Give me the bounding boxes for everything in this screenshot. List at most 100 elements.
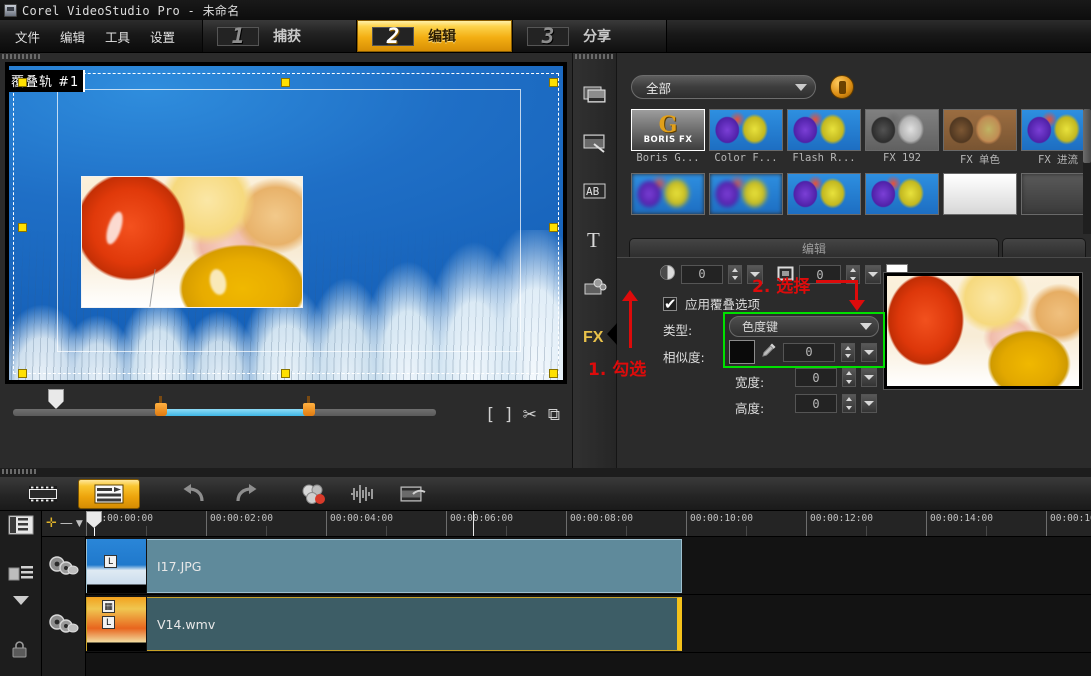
- timeline-ruler[interactable]: 00:00:00:00 00:00:02:00 00:00:04:00 00:0…: [86, 511, 1091, 537]
- step-tab-capture[interactable]: 1 捕获: [202, 20, 358, 52]
- transparency-stepper[interactable]: [728, 264, 742, 284]
- trim-mark-out[interactable]: [303, 396, 315, 416]
- trim-selection[interactable]: [161, 409, 309, 416]
- timeline-track-overlay[interactable]: ▦ L V14.wmv: [49, 595, 1091, 653]
- similarity-row: 0: [729, 340, 877, 364]
- tab-edit[interactable]: 编辑: [629, 238, 999, 258]
- overlay-track-icon[interactable]: [42, 595, 86, 653]
- media-library-icon: [582, 84, 608, 106]
- timeline-playhead[interactable]: [86, 511, 102, 536]
- track-manager-button[interactable]: [4, 513, 38, 537]
- trim-bar[interactable]: [13, 396, 436, 416]
- resize-handle-bl[interactable]: [18, 369, 27, 378]
- effect-caption: FX 192: [883, 152, 921, 164]
- storyboard-view-button[interactable]: [12, 479, 74, 509]
- chevron-down-icon[interactable]: ▼: [76, 519, 83, 529]
- effect-item[interactable]: [943, 173, 1017, 231]
- chroma-key-type-dropdown[interactable]: 色度键: [729, 316, 879, 337]
- ruler-label: 00:00:06:00: [450, 513, 513, 524]
- menu-item-settings[interactable]: 设置: [141, 23, 184, 50]
- table-row[interactable]: ▦ L V14.wmv: [86, 597, 682, 651]
- record-capture-button[interactable]: [290, 479, 336, 509]
- sidebar-grip[interactable]: [575, 54, 613, 59]
- similarity-dropdown[interactable]: [861, 342, 877, 362]
- transparency-value[interactable]: 0: [681, 264, 723, 284]
- effect-item[interactable]: FX 192: [865, 109, 939, 167]
- width-stepper[interactable]: [842, 368, 856, 387]
- overlay-clip-preview[interactable]: [81, 176, 303, 308]
- similarity-label: 相似度:: [663, 350, 705, 365]
- insert-media-button[interactable]: [4, 561, 38, 585]
- track-lock-button[interactable]: [8, 639, 34, 661]
- table-row[interactable]: L I17.JPG: [86, 539, 682, 593]
- resize-handle-tr[interactable]: [549, 78, 558, 87]
- border-dropdown[interactable]: [865, 265, 881, 284]
- resize-handle-tl[interactable]: [18, 78, 27, 87]
- audio-mixer-button[interactable]: [340, 479, 386, 509]
- panel-grip[interactable]: [2, 54, 40, 59]
- effect-item[interactable]: [1021, 173, 1083, 231]
- sidebar-item-media[interactable]: [573, 71, 616, 119]
- gallery-icon[interactable]: [830, 75, 854, 99]
- timeline-grip[interactable]: [2, 469, 36, 474]
- eyedropper-icon[interactable]: [761, 342, 777, 362]
- resize-handle-ml[interactable]: [18, 223, 27, 232]
- tab-attribute[interactable]: [1002, 238, 1086, 258]
- height-dropdown[interactable]: [861, 394, 877, 413]
- effect-item[interactable]: FX 单色: [943, 109, 1017, 167]
- apply-overlay-row[interactable]: 应用覆叠选项: [663, 294, 760, 313]
- resize-handle-mr[interactable]: [549, 223, 558, 232]
- library-scrollbar[interactable]: [1083, 109, 1091, 234]
- height-value[interactable]: 0: [795, 394, 837, 413]
- boris-fx-logo: G BORIS FX: [632, 110, 704, 150]
- timeline-view-button[interactable]: [78, 478, 140, 509]
- timeline-left-rail: [0, 511, 42, 676]
- resize-handle-tc[interactable]: [281, 78, 290, 87]
- trim-mark-in[interactable]: [155, 396, 167, 416]
- apply-overlay-checkbox[interactable]: [663, 295, 677, 313]
- preview-screen[interactable]: 覆叠轨 #1: [5, 62, 567, 384]
- effect-item[interactable]: [787, 173, 861, 231]
- mark-out-icon[interactable]: ]: [505, 405, 512, 425]
- similarity-stepper[interactable]: [841, 342, 855, 362]
- batch-convert-button[interactable]: [390, 479, 436, 509]
- resize-handle-bc[interactable]: [281, 369, 290, 378]
- effect-item[interactable]: [631, 173, 705, 231]
- sidebar-item-graphic[interactable]: [573, 263, 616, 311]
- video-track-icon[interactable]: [42, 537, 86, 595]
- track-collapse-button[interactable]: [10, 591, 32, 609]
- menu-item-file[interactable]: 文件: [6, 23, 49, 50]
- mark-in-icon[interactable]: [: [487, 405, 494, 425]
- sidebar-item-video-filter[interactable]: [573, 119, 616, 167]
- menu-item-edit[interactable]: 编辑: [51, 23, 94, 50]
- copy-clip-icon[interactable]: ⧉: [548, 405, 560, 425]
- effect-item[interactable]: G BORIS FX Boris G...: [631, 109, 705, 167]
- width-dropdown[interactable]: [861, 368, 877, 387]
- effect-item[interactable]: [865, 173, 939, 231]
- ruler-tick-minor: [506, 526, 507, 536]
- undo-button[interactable]: [172, 479, 218, 509]
- redo-button[interactable]: [222, 479, 268, 509]
- step-tab-share[interactable]: 3 分享: [512, 20, 668, 52]
- timeline-track-video[interactable]: L I17.JPG: [49, 537, 1091, 595]
- cut-clip-icon[interactable]: ✂: [523, 405, 537, 425]
- effect-item[interactable]: Flash R...: [787, 109, 861, 167]
- menu-item-tools[interactable]: 工具: [96, 23, 139, 50]
- similarity-value[interactable]: 0: [783, 342, 835, 362]
- ruler-label: 00:00:04:00: [330, 513, 393, 524]
- chroma-key-color-swatch[interactable]: [729, 340, 755, 364]
- remove-track-icon[interactable]: —: [60, 516, 73, 531]
- resize-handle-br[interactable]: [549, 369, 558, 378]
- effect-item[interactable]: Color F...: [709, 109, 783, 167]
- sidebar-item-transition[interactable]: AB: [573, 167, 616, 215]
- width-value[interactable]: 0: [795, 368, 837, 387]
- sidebar-item-fx[interactable]: FX: [573, 311, 617, 359]
- add-track-icon[interactable]: ✛: [46, 516, 57, 531]
- sidebar-item-title[interactable]: T: [573, 215, 616, 263]
- height-stepper[interactable]: [842, 394, 856, 413]
- effect-item[interactable]: FX 进流: [1021, 109, 1083, 167]
- effect-item[interactable]: [709, 173, 783, 231]
- library-filter-dropdown[interactable]: 全部: [631, 75, 816, 99]
- scrubber-handle[interactable]: [48, 389, 64, 409]
- step-tab-edit[interactable]: 2 编辑: [357, 20, 513, 52]
